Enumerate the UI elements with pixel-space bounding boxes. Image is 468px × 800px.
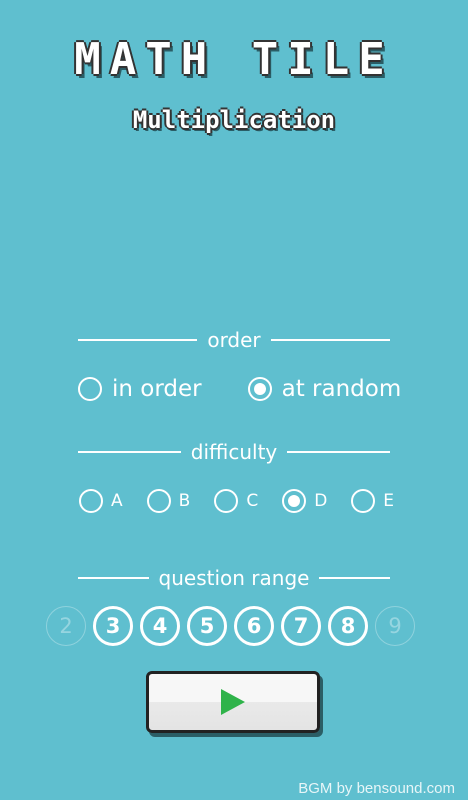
order-header: order <box>78 328 390 352</box>
divider-line <box>78 451 181 453</box>
order-options: in order at random <box>78 376 401 402</box>
radio-label: at random <box>281 376 402 402</box>
range-header-label: question range <box>158 566 310 590</box>
divider-line <box>78 339 198 341</box>
radio-circle-selected[interactable] <box>282 489 307 513</box>
divider-line <box>287 451 390 453</box>
radio-label: D <box>314 491 328 511</box>
difficulty-options: A B C D E <box>79 489 394 513</box>
play-button[interactable] <box>146 671 320 733</box>
radio-circle[interactable] <box>146 489 171 513</box>
divider-line <box>270 339 390 341</box>
radio-label: in order <box>112 376 202 402</box>
range-header: question range <box>78 566 391 590</box>
order-option-in-order[interactable]: in order <box>78 376 202 402</box>
radio-circle[interactable] <box>79 489 103 513</box>
game-subtitle: Multiplication <box>132 106 336 134</box>
range-number-3[interactable]: 3 <box>93 606 133 646</box>
difficulty-header: difficulty <box>78 440 390 464</box>
difficulty-option-a[interactable]: A <box>79 489 123 513</box>
radio-label: E <box>383 491 395 511</box>
range-number-8[interactable]: 8 <box>328 606 368 646</box>
radio-label: B <box>178 491 191 511</box>
order-option-at-random[interactable]: at random <box>247 376 402 402</box>
difficulty-option-c[interactable]: C <box>214 489 258 513</box>
play-icon <box>221 689 245 715</box>
divider-line <box>78 577 149 579</box>
radio-label: A <box>111 491 123 511</box>
range-number-6[interactable]: 6 <box>234 606 274 646</box>
range-number-5[interactable]: 5 <box>187 606 227 646</box>
bgm-credit: BGM by bensound.com <box>298 780 455 797</box>
radio-circle[interactable] <box>214 489 239 513</box>
range-number-4[interactable]: 4 <box>140 606 180 646</box>
range-number-2[interactable]: 2 <box>46 606 86 646</box>
game-title: MATH TILE <box>74 34 394 85</box>
difficulty-header-label: difficulty <box>190 440 278 464</box>
difficulty-option-d[interactable]: D <box>282 489 327 513</box>
difficulty-option-b[interactable]: B <box>146 489 191 513</box>
divider-line <box>319 577 391 579</box>
radio-circle[interactable] <box>78 377 102 401</box>
order-header-label: order <box>207 328 261 352</box>
range-number-7[interactable]: 7 <box>281 606 321 646</box>
radio-circle[interactable] <box>351 489 376 513</box>
radio-circle-selected[interactable] <box>247 377 272 401</box>
range-number-9[interactable]: 9 <box>375 606 415 646</box>
radio-label: C <box>246 491 259 511</box>
range-numbers: 2 3 4 5 6 7 8 9 <box>46 606 415 646</box>
difficulty-option-e[interactable]: E <box>351 489 394 513</box>
